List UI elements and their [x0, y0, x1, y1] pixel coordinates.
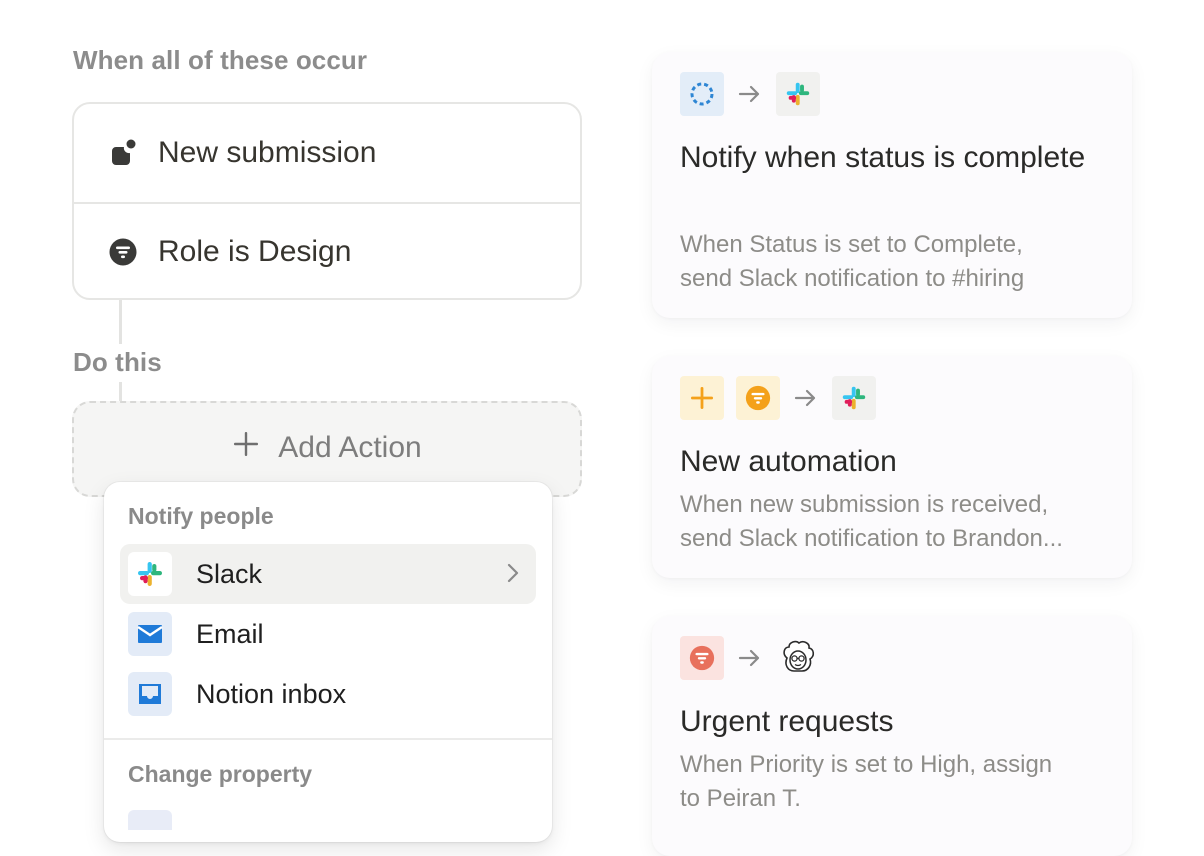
plus-icon [680, 376, 724, 420]
when-section-label: When all of these occur [73, 45, 368, 75]
description-line: send Slack notification to #hiring [680, 265, 1025, 292]
automation-description: When Priority is set to High, assign to … [680, 748, 1120, 816]
filter-icon [108, 237, 138, 267]
automation-card[interactable]: New automation When new submission is re… [652, 356, 1132, 578]
automation-description: When Status is set to Complete, send Sla… [680, 228, 1120, 296]
automation-description: When new submission is received, send Sl… [680, 488, 1120, 556]
automation-title: Urgent requests [680, 705, 894, 738]
flow-connector [119, 300, 122, 344]
automation-title: Notify when status is complete [680, 141, 1086, 174]
automation-title: New automation [680, 445, 897, 478]
menu-section-notify-people: Notify people [128, 503, 274, 529]
plus-icon [232, 427, 260, 465]
avatar-icon [776, 636, 820, 680]
trigger-list: New submission Role is Design [72, 102, 582, 300]
automation-flow-icons [680, 72, 820, 116]
slack-icon [832, 376, 876, 420]
menu-item-label: Notion inbox [196, 678, 347, 709]
slack-icon [776, 72, 820, 116]
chevron-right-icon [506, 562, 520, 589]
add-action-label: Add Action [278, 431, 422, 464]
inbox-icon [128, 672, 172, 716]
slack-icon [128, 552, 172, 596]
trigger-role-filter[interactable]: Role is Design [74, 202, 580, 298]
menu-item-email[interactable]: Email [120, 604, 536, 664]
arrow-right-icon [738, 84, 762, 104]
automation-card[interactable]: Notify when status is complete When Stat… [652, 52, 1132, 318]
menu-item-label: Slack [196, 558, 263, 589]
menu-item-partial [128, 810, 172, 830]
description-line: to Peiran T. [680, 785, 801, 812]
status-circle-icon [680, 72, 724, 116]
description-line: When new submission is received, [680, 491, 1049, 518]
arrow-right-icon [738, 648, 762, 668]
filter-icon [736, 376, 780, 420]
new-submission-icon [108, 138, 138, 168]
menu-item-label: Email [196, 618, 264, 649]
automation-card[interactable]: Urgent requests When Priority is set to … [652, 616, 1132, 856]
trigger-label: New submission [158, 136, 377, 169]
menu-item-notion-inbox[interactable]: Notion inbox [120, 664, 536, 724]
description-line: When Priority is set to High, assign [680, 751, 1053, 778]
description-line: When Status is set to Complete, [680, 231, 1023, 258]
menu-item-slack[interactable]: Slack [120, 544, 536, 604]
menu-section-change-property: Change property [128, 761, 313, 787]
trigger-label: Role is Design [158, 235, 352, 268]
automation-flow-icons [680, 636, 820, 680]
action-menu: Notify people Slack Email Notion inbox C… [104, 482, 552, 842]
automation-flow-icons [680, 376, 876, 420]
arrow-right-icon [794, 388, 818, 408]
description-line: send Slack notification to Brandon... [680, 525, 1063, 552]
menu-divider [104, 738, 552, 740]
trigger-new-submission[interactable]: New submission [74, 104, 580, 202]
filter-icon [680, 636, 724, 680]
mail-icon [128, 612, 172, 656]
do-section-label: Do this [73, 347, 162, 377]
